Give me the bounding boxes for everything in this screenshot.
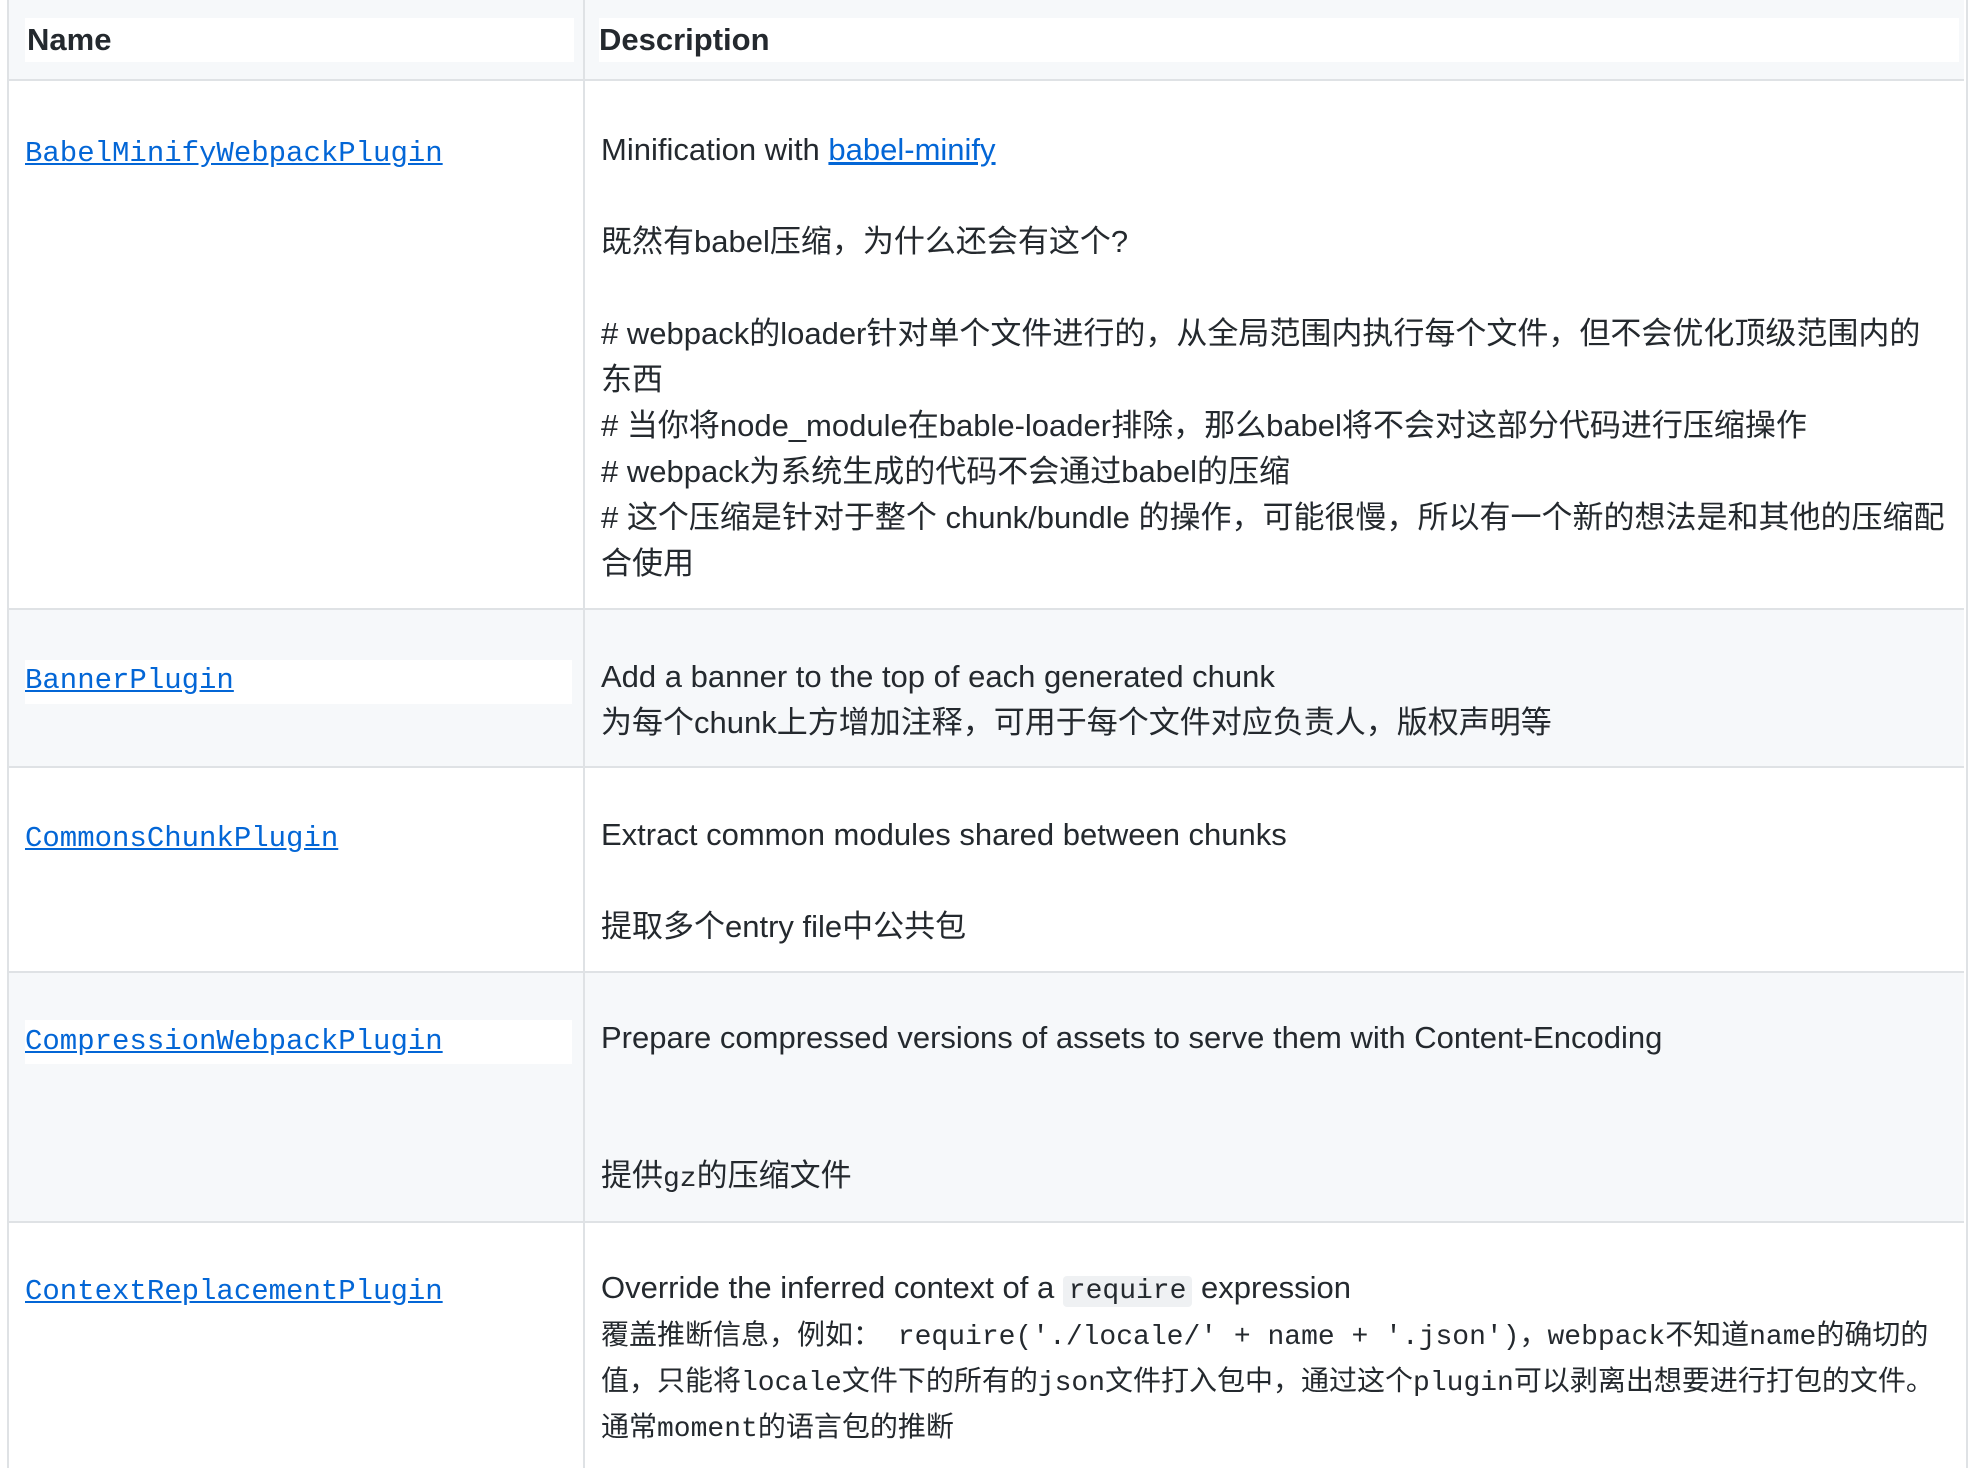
table-row: BannerPlugin Add a banner to the top of …: [9, 610, 1964, 768]
description-text: expression: [1192, 1270, 1351, 1305]
description-line: Override the inferred context of a requi…: [601, 1265, 1951, 1315]
description-line: # webpack为系统生成的代码不会通过babel的压缩: [601, 454, 1291, 489]
description-line: Minification with babel-minify: [601, 127, 1951, 173]
plugins-table: Name Description BabelMinifyWebpackPlugi…: [7, 0, 1968, 1468]
table-header-row: Name Description: [9, 0, 1964, 81]
description-text: Override the inferred context of a: [601, 1270, 1063, 1305]
row-description: Minification with babel-minify 既然有babel压…: [601, 127, 1951, 587]
plugin-link-babel-minify-webpack-plugin[interactable]: BabelMinifyWebpackPlugin: [25, 137, 443, 170]
inline-code: gz: [663, 1164, 697, 1195]
babel-minify-link[interactable]: babel-minify: [828, 132, 995, 167]
row-description: Add a banner to the top of each generate…: [601, 654, 1951, 746]
inline-code-require: require: [1062, 1276, 1193, 1307]
table-row: CommonsChunkPlugin Extract common module…: [9, 768, 1964, 973]
description-line: 既然有babel压缩，为什么还会有这个?: [601, 224, 1129, 259]
description-text: Minification with: [601, 132, 829, 167]
row-description: Prepare compressed versions of assets to…: [601, 1015, 1951, 1203]
description-text: 提供: [601, 1158, 663, 1193]
description-line: # 当你将node_module在bable-loader排除，那么babel将…: [601, 408, 1807, 443]
table-row: ContextReplacementPlugin Override the in…: [9, 1223, 1964, 1468]
plugin-link-commons-chunk-plugin[interactable]: CommonsChunkPlugin: [25, 822, 338, 855]
description-line: Extract common modules shared between ch…: [601, 817, 1287, 852]
column-divider: [583, 1223, 585, 1468]
table-row: BabelMinifyWebpackPlugin Minification wi…: [9, 81, 1964, 610]
column-divider: [583, 610, 585, 766]
description-line: # 这个压缩是针对于整个 chunk/bundle 的操作，可能很慢，所以有一个…: [601, 500, 1945, 581]
description-line: Add a banner to the top of each generate…: [601, 659, 1275, 694]
column-divider: [583, 973, 585, 1221]
description-line: 提取多个entry file中公共包: [601, 909, 967, 944]
plugin-link-compression-webpack-plugin[interactable]: CompressionWebpackPlugin: [25, 1025, 443, 1058]
plugin-link-banner-plugin[interactable]: BannerPlugin: [25, 664, 234, 697]
header-name: Name: [25, 18, 574, 62]
column-divider: [583, 0, 585, 79]
plugin-link-context-replacement-plugin[interactable]: ContextReplacementPlugin: [25, 1275, 443, 1308]
row-description: Extract common modules shared between ch…: [601, 812, 1951, 950]
column-divider: [583, 768, 585, 971]
table-row: CompressionWebpackPlugin Prepare compres…: [9, 973, 1964, 1223]
column-divider: [583, 81, 585, 608]
description-line: # webpack的loader针对单个文件进行的，从全局范围内执行每个文件，但…: [601, 316, 1921, 397]
description-line: Prepare compressed versions of assets to…: [601, 1020, 1663, 1055]
row-description: Override the inferred context of a requi…: [601, 1265, 1951, 1453]
header-description: Description: [599, 18, 1959, 62]
description-line: 提供gz的压缩文件: [601, 1153, 1951, 1203]
description-line: 覆盖推断信息，例如： require('./locale/' + name + …: [601, 1322, 1934, 1445]
description-text: 的压缩文件: [696, 1158, 852, 1193]
description-line: 为每个chunk上方增加注释，可用于每个文件对应负责人，版权声明等: [601, 705, 1552, 740]
